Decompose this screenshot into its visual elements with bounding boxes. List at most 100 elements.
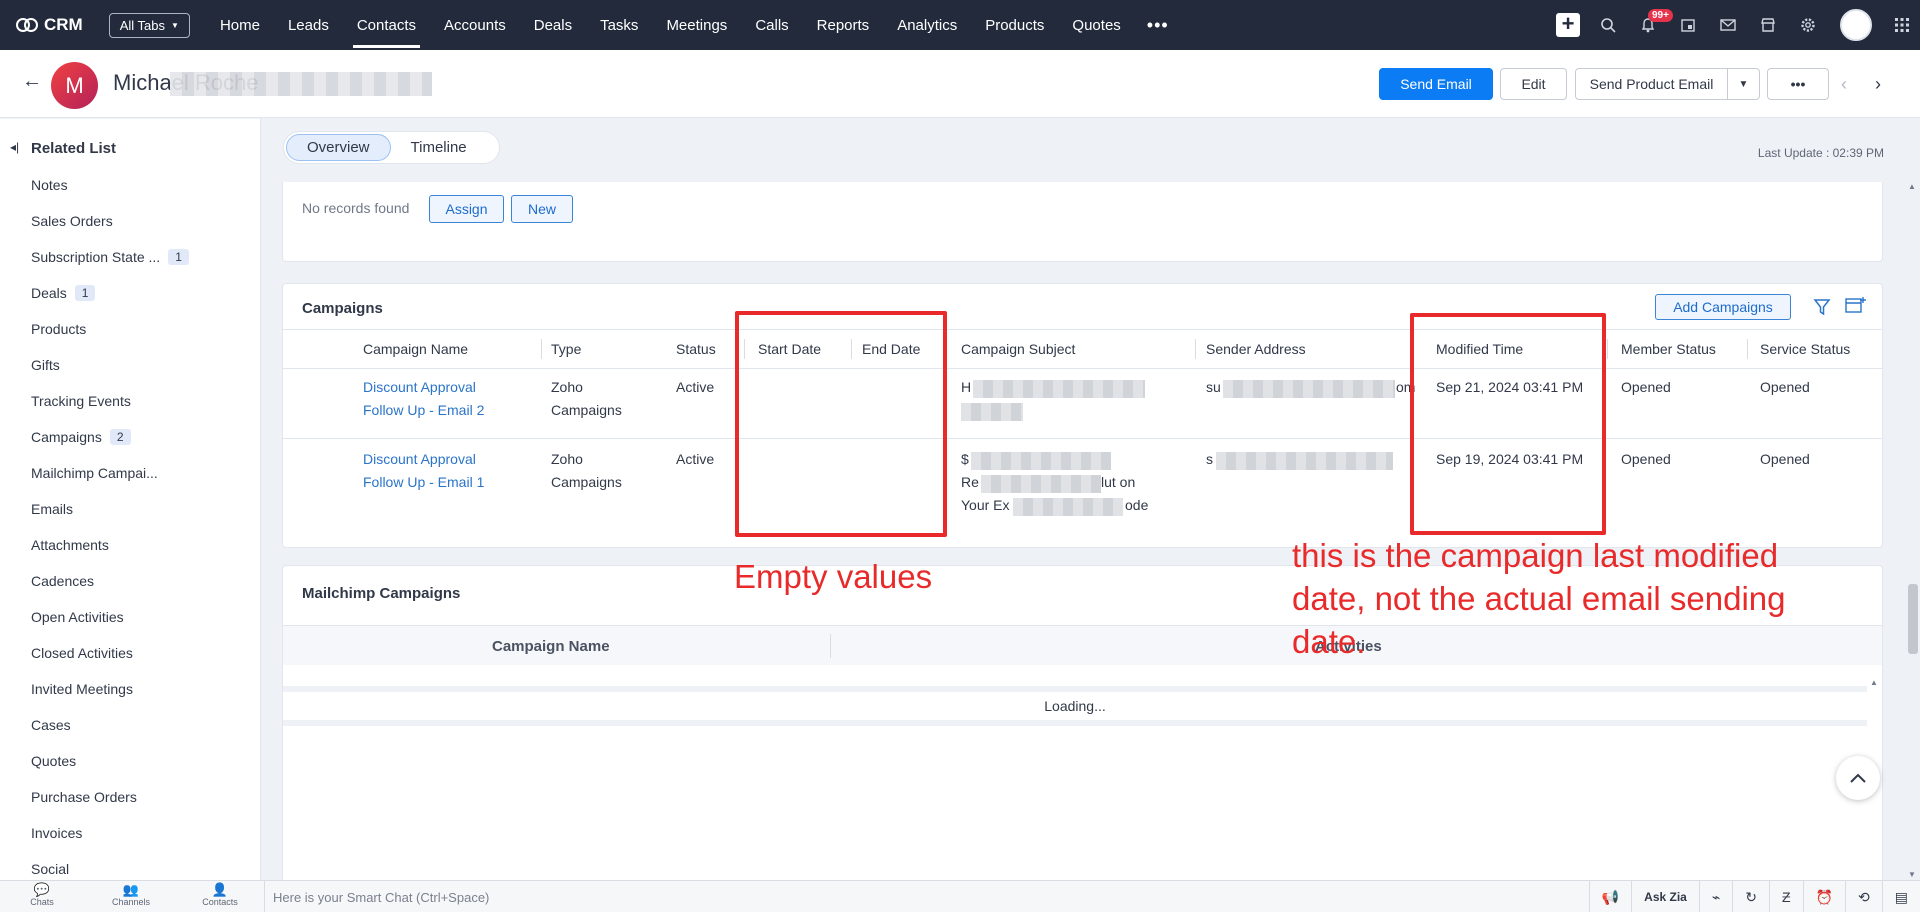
sidebar-item[interactable]: Gifts: [31, 357, 60, 373]
col-sender-address[interactable]: Sender Address: [1206, 341, 1306, 357]
chats-button[interactable]: 💬 Chats: [12, 883, 72, 908]
crm-logo[interactable]: CRM: [16, 15, 83, 35]
sidebar-item[interactable]: Attachments: [31, 537, 109, 553]
alarm-clock-icon: ⏰: [1815, 888, 1834, 905]
send-product-email-button[interactable]: Send Product Email: [1575, 68, 1728, 100]
sidebar-item[interactable]: Purchase Orders: [31, 789, 137, 805]
settings-button[interactable]: [1788, 0, 1828, 50]
assign-button[interactable]: Assign: [429, 195, 504, 223]
create-button[interactable]: +: [1548, 0, 1588, 50]
col-campaign-name[interactable]: Campaign Name: [363, 341, 468, 357]
contacts-button[interactable]: 👤 Contacts: [190, 883, 250, 908]
col-member-status[interactable]: Member Status: [1621, 341, 1716, 357]
chats-label: Chats: [30, 897, 54, 907]
campaign-name-link[interactable]: Discount Approval Follow Up - Email 2: [363, 376, 484, 422]
sidebar-item[interactable]: Emails: [31, 501, 73, 517]
sidebar-item-label: Cadences: [31, 573, 95, 589]
send-product-email-dropdown[interactable]: ▼: [1728, 68, 1760, 100]
ask-zia-button[interactable]: Ask Zia: [1631, 881, 1699, 912]
redacted-subject-blur: [1013, 498, 1123, 516]
reminder-button[interactable]: ⏰: [1802, 881, 1845, 912]
filter-icon[interactable]: [1813, 298, 1831, 319]
more-actions-button[interactable]: •••: [1767, 68, 1829, 100]
tab-home[interactable]: Home: [206, 0, 274, 50]
channels-button[interactable]: 👥 Channels: [101, 883, 161, 908]
prev-record-icon[interactable]: ‹: [1841, 74, 1847, 95]
page-scrollbar-thumb[interactable]: [1908, 584, 1918, 654]
sidebar-item[interactable]: Open Activities: [31, 609, 124, 625]
scroll-up-arrow-icon[interactable]: ▲: [1870, 678, 1878, 687]
notes-button[interactable]: ▤: [1881, 881, 1920, 912]
all-tabs-dropdown[interactable]: All Tabs ▼: [108, 12, 190, 38]
empty-values-note: Empty values: [734, 558, 933, 595]
app-name: CRM: [44, 15, 83, 34]
tab-quotes[interactable]: Quotes: [1058, 0, 1134, 50]
all-tabs-label: All Tabs: [119, 17, 166, 33]
tab-analytics[interactable]: Analytics: [883, 0, 971, 50]
more-tabs-button[interactable]: •••: [1135, 0, 1181, 50]
sidebar-item[interactable]: Deals 1: [31, 285, 96, 301]
tab-deals[interactable]: Deals: [520, 0, 586, 50]
feeds-button[interactable]: ↻: [1732, 881, 1769, 912]
sidebar-item[interactable]: Cases: [31, 717, 71, 733]
sidebar-item[interactable]: Campaigns 2: [31, 429, 131, 445]
mail-icon: [1720, 19, 1736, 31]
send-email-button[interactable]: Send Email: [1379, 68, 1493, 100]
campaign-name-link[interactable]: Discount Approval Follow Up - Email 1: [363, 448, 484, 494]
notifications-button[interactable]: 99+: [1628, 0, 1673, 50]
signal-icon: ⌁: [1711, 888, 1721, 905]
sidebar-item[interactable]: Sales Orders: [31, 213, 113, 229]
sidebar-item[interactable]: Tracking Events: [31, 393, 131, 409]
tab-reports[interactable]: Reports: [803, 0, 884, 50]
sidebar-item[interactable]: Invited Meetings: [31, 681, 133, 697]
col-type[interactable]: Type: [551, 341, 581, 357]
page-scroll-down-icon[interactable]: ▼: [1908, 870, 1916, 879]
sidebar-item[interactable]: Invoices: [31, 825, 82, 841]
tab-overview[interactable]: Overview: [286, 134, 391, 161]
tab-timeline[interactable]: Timeline: [391, 134, 487, 161]
sidebar-item[interactable]: Quotes: [31, 753, 76, 769]
back-arrow-icon[interactable]: ←: [22, 70, 42, 93]
tab-contacts[interactable]: Contacts: [343, 0, 430, 50]
zia-button[interactable]: Ƶ: [1769, 881, 1803, 912]
smart-chat-input[interactable]: Here is your Smart Chat (Ctrl+Space): [264, 881, 489, 912]
announcement-button[interactable]: 📢: [1588, 881, 1631, 912]
sidebar-item[interactable]: Mailchimp Campai...: [31, 465, 158, 481]
tab-accounts[interactable]: Accounts: [430, 0, 520, 50]
scroll-to-top-button[interactable]: [1836, 756, 1880, 800]
sidebar-item[interactable]: Subscription State ... 1: [31, 249, 189, 265]
tab-tasks[interactable]: Tasks: [586, 0, 652, 50]
col-campaign-subject[interactable]: Campaign Subject: [961, 341, 1075, 357]
tab-leads[interactable]: Leads: [274, 0, 343, 50]
page-scroll-up-icon[interactable]: ▲: [1908, 182, 1916, 191]
tab-products[interactable]: Products: [971, 0, 1058, 50]
table-settings-icon[interactable]: [1845, 296, 1867, 319]
grid-icon: [1895, 18, 1909, 32]
redacted-sender-blur: [1223, 380, 1395, 398]
edit-button[interactable]: Edit: [1500, 68, 1567, 100]
sidebar-item[interactable]: Closed Activities: [31, 645, 133, 661]
col-status[interactable]: Status: [676, 341, 716, 357]
search-button[interactable]: [1588, 0, 1628, 50]
apps-button[interactable]: [1884, 0, 1920, 50]
calendar-button[interactable]: [1668, 0, 1708, 50]
marketplace-button[interactable]: [1748, 0, 1788, 50]
next-record-icon[interactable]: ›: [1875, 74, 1881, 95]
col-mailchimp-campaign-name[interactable]: Campaign Name: [492, 638, 610, 655]
new-button[interactable]: New: [511, 195, 573, 223]
sidebar-item-label: Campaigns: [31, 429, 102, 445]
mail-button[interactable]: [1708, 0, 1748, 50]
sidebar-item[interactable]: Social: [31, 861, 69, 877]
add-campaigns-button[interactable]: Add Campaigns: [1655, 294, 1791, 320]
tab-meetings[interactable]: Meetings: [652, 0, 741, 50]
sidebar-item[interactable]: Products: [31, 321, 86, 337]
col-service-status[interactable]: Service Status: [1760, 341, 1850, 357]
tab-calls[interactable]: Calls: [741, 0, 802, 50]
user-avatar[interactable]: [1840, 9, 1872, 41]
sidebar-item[interactable]: Notes: [31, 177, 68, 193]
recent-items-button[interactable]: ⟲: [1845, 881, 1882, 912]
col-divider: [541, 339, 542, 359]
collapse-sidebar-icon[interactable]: ◂|: [10, 140, 19, 154]
signals-button[interactable]: ⌁: [1698, 881, 1732, 912]
sidebar-item[interactable]: Cadences: [31, 573, 94, 589]
